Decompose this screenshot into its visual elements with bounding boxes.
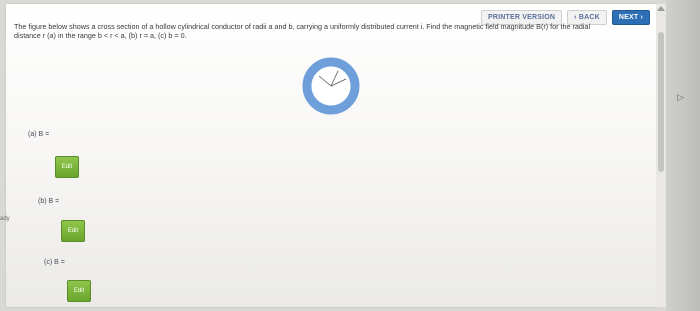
answer-a-value (49, 134, 77, 135)
answer-b-value (59, 201, 87, 202)
screen-frame-edge (666, 0, 700, 311)
question-page: PRINTER VERSION ‹ BACK NEXT › The figure… (6, 4, 656, 307)
cursor-icon: ▷ (677, 92, 684, 102)
edit-answer-a-button[interactable]: Edit (55, 156, 79, 178)
answer-c-value (65, 262, 93, 263)
vertical-scrollbar[interactable] (656, 4, 666, 307)
answer-b-label: (b) B = (38, 198, 87, 205)
scroll-up-icon[interactable] (657, 6, 665, 11)
side-label: ady (0, 216, 10, 222)
problem-line-2: distance r (a) in the range b < r < a, (… (14, 31, 187, 40)
answer-c-label: (c) B = (44, 259, 93, 266)
scroll-thumb[interactable] (658, 32, 664, 172)
answer-a-label: (a) B = (28, 131, 77, 138)
cylinder-cross-section-figure (302, 57, 360, 115)
problem-line-1: The figure below shows a cross section o… (14, 22, 591, 31)
edit-answer-b-button[interactable]: Edit (61, 220, 85, 242)
problem-statement: The figure below shows a cross section o… (14, 22, 654, 40)
edit-answer-c-button[interactable]: Edit (67, 280, 91, 302)
